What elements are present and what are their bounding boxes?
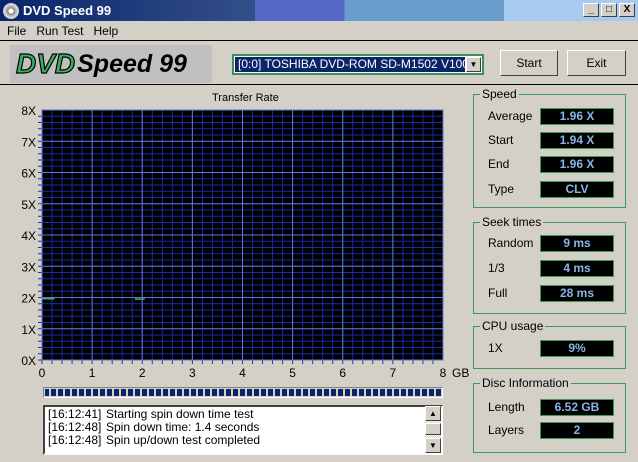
scroll-up-icon[interactable]: ▲ — [425, 406, 441, 421]
log-time: [16:12:48] — [48, 433, 102, 447]
label: Random — [488, 236, 534, 250]
label: Layers — [488, 423, 525, 437]
x-tick-label: 2 — [139, 366, 146, 380]
scroll-down-icon[interactable]: ▼ — [425, 438, 441, 453]
third-seek-value: 4 ms — [540, 260, 614, 277]
maximize-button[interactable]: □ — [601, 3, 617, 17]
x-axis-label: GB — [452, 366, 469, 380]
x-tick-label: 4 — [239, 366, 246, 380]
y-tick-label: 6X — [21, 167, 36, 181]
x-tick-label: 1 — [89, 366, 96, 380]
label: Length — [488, 400, 525, 414]
label: End — [488, 157, 510, 171]
log-message: Spin down time: 1.4 seconds — [106, 420, 260, 434]
scroll-thumb[interactable] — [425, 423, 441, 435]
label: 1X — [488, 341, 503, 355]
y-tick-label: 1X — [21, 323, 36, 337]
group-title: Seek times — [480, 215, 544, 229]
group-title: Disc Information — [480, 376, 571, 390]
y-tick-label: 5X — [21, 198, 36, 212]
speed-type-value: CLV — [540, 181, 614, 198]
x-tick-label: 5 — [289, 366, 296, 380]
x-tick-label: 8 — [440, 366, 447, 380]
exit-button[interactable]: Exit — [567, 50, 626, 76]
group-title: CPU usage — [480, 319, 546, 333]
close-button[interactable]: X — [619, 3, 635, 17]
y-tick-label: 4X — [21, 229, 36, 243]
label: Type — [488, 182, 515, 196]
log-scrollbar[interactable]: ▲ ▼ — [425, 406, 441, 453]
x-tick-label: 3 — [189, 366, 196, 380]
disc-length-value: 6.52 GB — [540, 399, 614, 416]
group-title: Speed — [480, 87, 519, 101]
transfer-rate-chart: 0 1 2 3 4 5 6 7 8 GB 0X 1X 2X 3X 4X 5X 6X 7X 8X — [21, 104, 469, 380]
minimize-button[interactable]: _ — [583, 3, 599, 17]
label: Full — [488, 286, 508, 300]
speed-group: Speed Average 1.96 X Start 1.94 X End 1.96 … — [473, 87, 626, 208]
x-tick-label: 7 — [390, 366, 397, 380]
label: 1/3 — [488, 261, 505, 275]
label: Start — [488, 133, 514, 147]
log-message: Spin up/down test completed — [106, 433, 261, 447]
cpu-usage-group: CPU usage 1X 9% — [473, 319, 626, 369]
x-tick-label: 6 — [339, 366, 346, 380]
cpu-usage-value: 9% — [540, 340, 614, 357]
seek-times-group: Seek times Random 9 ms 1/3 4 ms Full 28 ms — [473, 215, 626, 314]
y-tick-label: 2X — [21, 292, 36, 306]
start-button[interactable]: Start — [500, 50, 558, 76]
log-list: [16:12:41] Starting spin down time test [… — [43, 405, 443, 455]
x-tick-label: 0 — [39, 366, 46, 380]
start-speed-value: 1.94 X — [540, 132, 614, 149]
progress-bar — [43, 387, 443, 398]
log-message: Starting spin down time test — [106, 407, 254, 421]
y-tick-label: 0X — [21, 354, 36, 368]
label: Average — [488, 109, 533, 123]
disc-information-group: Disc Information Length 6.52 GB Layers 2 — [473, 376, 626, 453]
end-speed-value: 1.96 X — [540, 156, 614, 173]
y-tick-label: 8X — [21, 104, 36, 118]
y-tick-label: 3X — [21, 260, 36, 274]
y-tick-label: 7X — [21, 135, 36, 149]
disc-layers-value: 2 — [540, 422, 614, 439]
log-entry: [16:12:48] Spin up/down test completed — [48, 434, 438, 447]
average-speed-value: 1.96 X — [540, 108, 614, 125]
full-seek-value: 28 ms — [540, 285, 614, 302]
random-seek-value: 9 ms — [540, 235, 614, 252]
